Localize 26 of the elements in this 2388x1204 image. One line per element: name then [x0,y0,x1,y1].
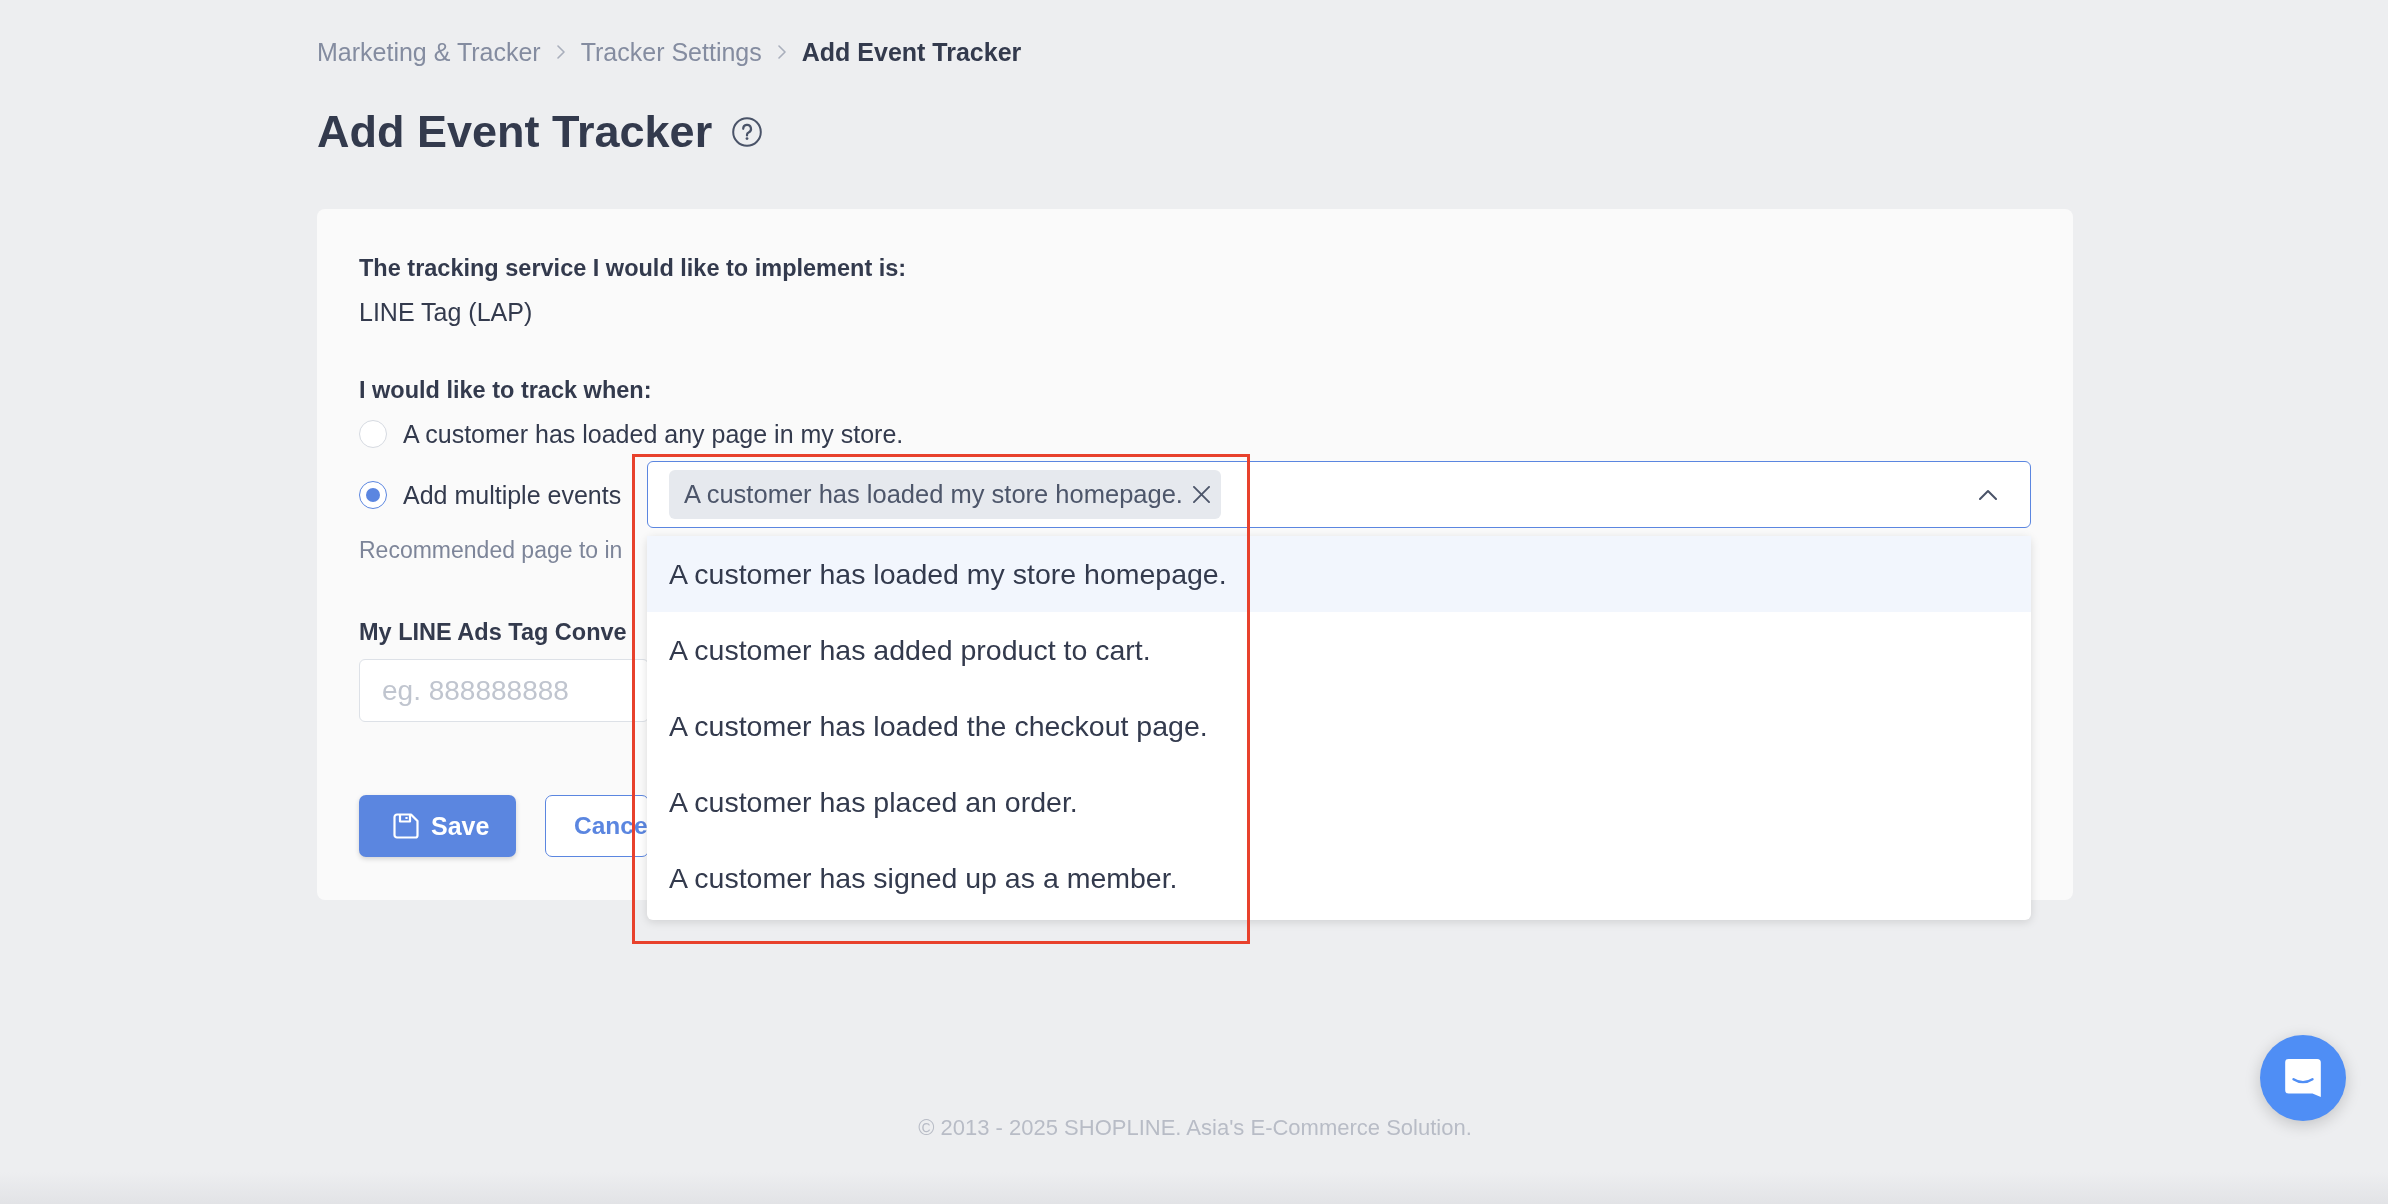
field-label: The tracking service I would like to implement is: [359,254,907,283]
dropdown-option[interactable]: A customer has loaded the checkout page. [647,688,2031,764]
option-label[interactable]: A customer has loaded any page in my store. [403,417,904,451]
help-icon[interactable] [732,117,763,147]
chevron-right-icon [777,45,786,59]
dropdown-option[interactable]: A customer has placed an order. [647,764,2031,840]
hint-text: Recommended page to in [359,536,623,565]
radio-button[interactable] [359,480,387,509]
save-button[interactable]: Save [359,795,516,857]
chat-button[interactable] [2260,1035,2346,1121]
dropdown-option[interactable]: A customer has signed up as a member. [647,840,2031,916]
tag-label: A customer has loaded my store homepage. [684,480,1183,509]
option-label[interactable]: Add multiple events [403,477,622,512]
field-label: I would like to track when: [359,376,652,405]
dropdown-option[interactable]: A customer has loaded my store homepage. [647,536,2031,612]
field-value: LINE Tag (LAP) [359,297,533,328]
tag-id-input[interactable]: eg. 888888888 [359,659,649,722]
chevron-up-icon [1979,489,1997,500]
breadcrumb-current: Add Event Tracker [801,37,1022,68]
field-label: My LINE Ads Tag Conve [359,618,627,647]
dropdown-option[interactable]: A customer has added product to cart. [647,612,2031,688]
page-title: Add Event Tracker [317,105,713,159]
close-icon[interactable] [1192,486,1210,503]
chevron-right-icon [556,45,565,59]
chat-icon [2285,1059,2321,1097]
events-select[interactable]: A customer has loaded my store homepage. [647,461,2031,528]
